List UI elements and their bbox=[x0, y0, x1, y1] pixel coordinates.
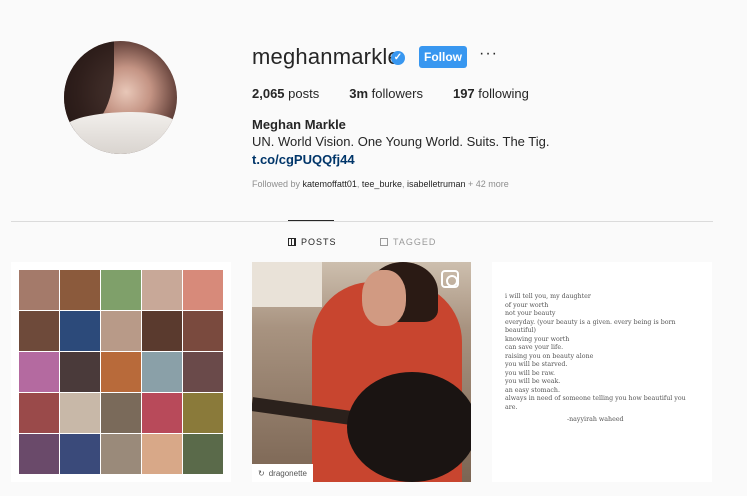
tab-tagged-label: TAGGED bbox=[393, 237, 437, 247]
collage-tile bbox=[183, 434, 223, 474]
posts-stat: 2,065 posts bbox=[252, 86, 319, 101]
followers-count: 3m bbox=[349, 86, 369, 101]
person-head bbox=[362, 270, 406, 326]
poem-line: beautiful) bbox=[505, 327, 536, 334]
collage-tile bbox=[19, 393, 59, 433]
tag-icon bbox=[380, 238, 388, 246]
collage-tile bbox=[19, 352, 59, 392]
collage-tile bbox=[101, 270, 141, 310]
poem-text: i will tell you, my daughter of your wor… bbox=[505, 293, 705, 425]
followers-stat[interactable]: 3m followers bbox=[349, 86, 423, 101]
followed-user[interactable]: isabelletruman bbox=[407, 179, 466, 189]
collage-tile bbox=[60, 393, 100, 433]
guitar-body bbox=[347, 372, 471, 482]
collage-tile bbox=[101, 434, 141, 474]
collage-tile bbox=[60, 311, 100, 351]
grid-icon bbox=[288, 238, 296, 246]
poem-line: an easy stomach. bbox=[505, 386, 560, 394]
collage-tile bbox=[142, 311, 182, 351]
post-thumbnail[interactable]: ↻ dragonette bbox=[252, 262, 471, 482]
background-window bbox=[252, 262, 322, 307]
posts-label: posts bbox=[288, 86, 320, 101]
profile-stats: 2,065 posts 3m followers 197 following bbox=[252, 86, 529, 101]
collage-tile bbox=[101, 352, 141, 392]
poem-line: you will be raw. bbox=[505, 369, 556, 377]
poem-line: of your worth bbox=[505, 301, 549, 309]
collage-tile bbox=[19, 311, 59, 351]
collage-tile bbox=[183, 393, 223, 433]
following-stat[interactable]: 197 following bbox=[453, 86, 529, 101]
followed-more[interactable]: + 42 more bbox=[468, 179, 509, 189]
poem-line: i will tell you, my daughter bbox=[505, 293, 591, 300]
poem-line: knowing your worth bbox=[505, 335, 570, 343]
tab-posts-label: POSTS bbox=[301, 237, 337, 247]
profile-avatar[interactable] bbox=[64, 41, 177, 154]
poem-line: always in need of someone telling you ho… bbox=[505, 395, 686, 402]
post-thumbnail[interactable] bbox=[11, 262, 231, 482]
followed-user[interactable]: tee_burke bbox=[362, 179, 402, 189]
repost-credit: ↻ dragonette bbox=[252, 464, 313, 482]
collage-tile bbox=[60, 270, 100, 310]
followed-by: Followed by katemoffatt01, tee_burke, is… bbox=[252, 179, 509, 189]
post-thumbnail[interactable]: i will tell you, my daughter of your wor… bbox=[492, 262, 712, 482]
poem-signature: -nayyirah waheed bbox=[567, 416, 624, 423]
avatar-blanket bbox=[64, 112, 177, 154]
poem-line: you will be starved. bbox=[505, 361, 568, 368]
poem-line: everyday. (your beauty is a given. every… bbox=[505, 318, 676, 326]
photo-collage bbox=[19, 270, 223, 474]
poem-line: you will be weak. bbox=[505, 378, 561, 385]
bio-text: UN. World Vision. One Young World. Suits… bbox=[252, 134, 550, 149]
collage-tile bbox=[101, 393, 141, 433]
poem-line: raising you on beauty alone bbox=[505, 352, 594, 360]
collage-tile bbox=[60, 352, 100, 392]
collage-tile bbox=[142, 352, 182, 392]
more-options-icon[interactable]: ··· bbox=[479, 45, 498, 63]
following-label: following bbox=[478, 86, 529, 101]
collage-tile bbox=[183, 270, 223, 310]
collage-tile bbox=[60, 434, 100, 474]
collage-tile bbox=[142, 393, 182, 433]
collage-tile bbox=[183, 352, 223, 392]
tab-tagged[interactable]: TAGGED bbox=[380, 237, 436, 247]
repost-user: dragonette bbox=[268, 468, 307, 478]
tab-posts[interactable]: POSTS bbox=[288, 237, 337, 247]
poem-line: can save your life. bbox=[505, 344, 564, 351]
followed-user[interactable]: katemoffatt01 bbox=[303, 179, 357, 189]
repost-icon: ↻ bbox=[258, 468, 265, 478]
collage-tile bbox=[142, 434, 182, 474]
full-name: Meghan Markle bbox=[252, 117, 346, 132]
poem-line: not your beauty bbox=[505, 310, 556, 317]
collage-tile bbox=[19, 434, 59, 474]
verified-badge-icon: ✓ bbox=[391, 51, 405, 65]
collage-tile bbox=[19, 270, 59, 310]
collage-tile bbox=[101, 311, 141, 351]
follow-button[interactable]: Follow bbox=[419, 46, 467, 68]
followers-label: followers bbox=[371, 86, 423, 101]
poem-line: are. bbox=[505, 403, 518, 411]
active-tab-indicator bbox=[288, 220, 334, 221]
video-icon bbox=[441, 270, 459, 288]
following-count: 197 bbox=[452, 86, 475, 101]
bio-link[interactable]: t.co/cgPUQQfj44 bbox=[252, 152, 355, 167]
collage-tile bbox=[183, 311, 223, 351]
collage-tile bbox=[142, 270, 182, 310]
posts-count: 2,065 bbox=[252, 86, 285, 101]
divider bbox=[11, 221, 713, 222]
username: meghanmarkle bbox=[252, 44, 400, 69]
followed-prefix: Followed by bbox=[252, 179, 303, 189]
